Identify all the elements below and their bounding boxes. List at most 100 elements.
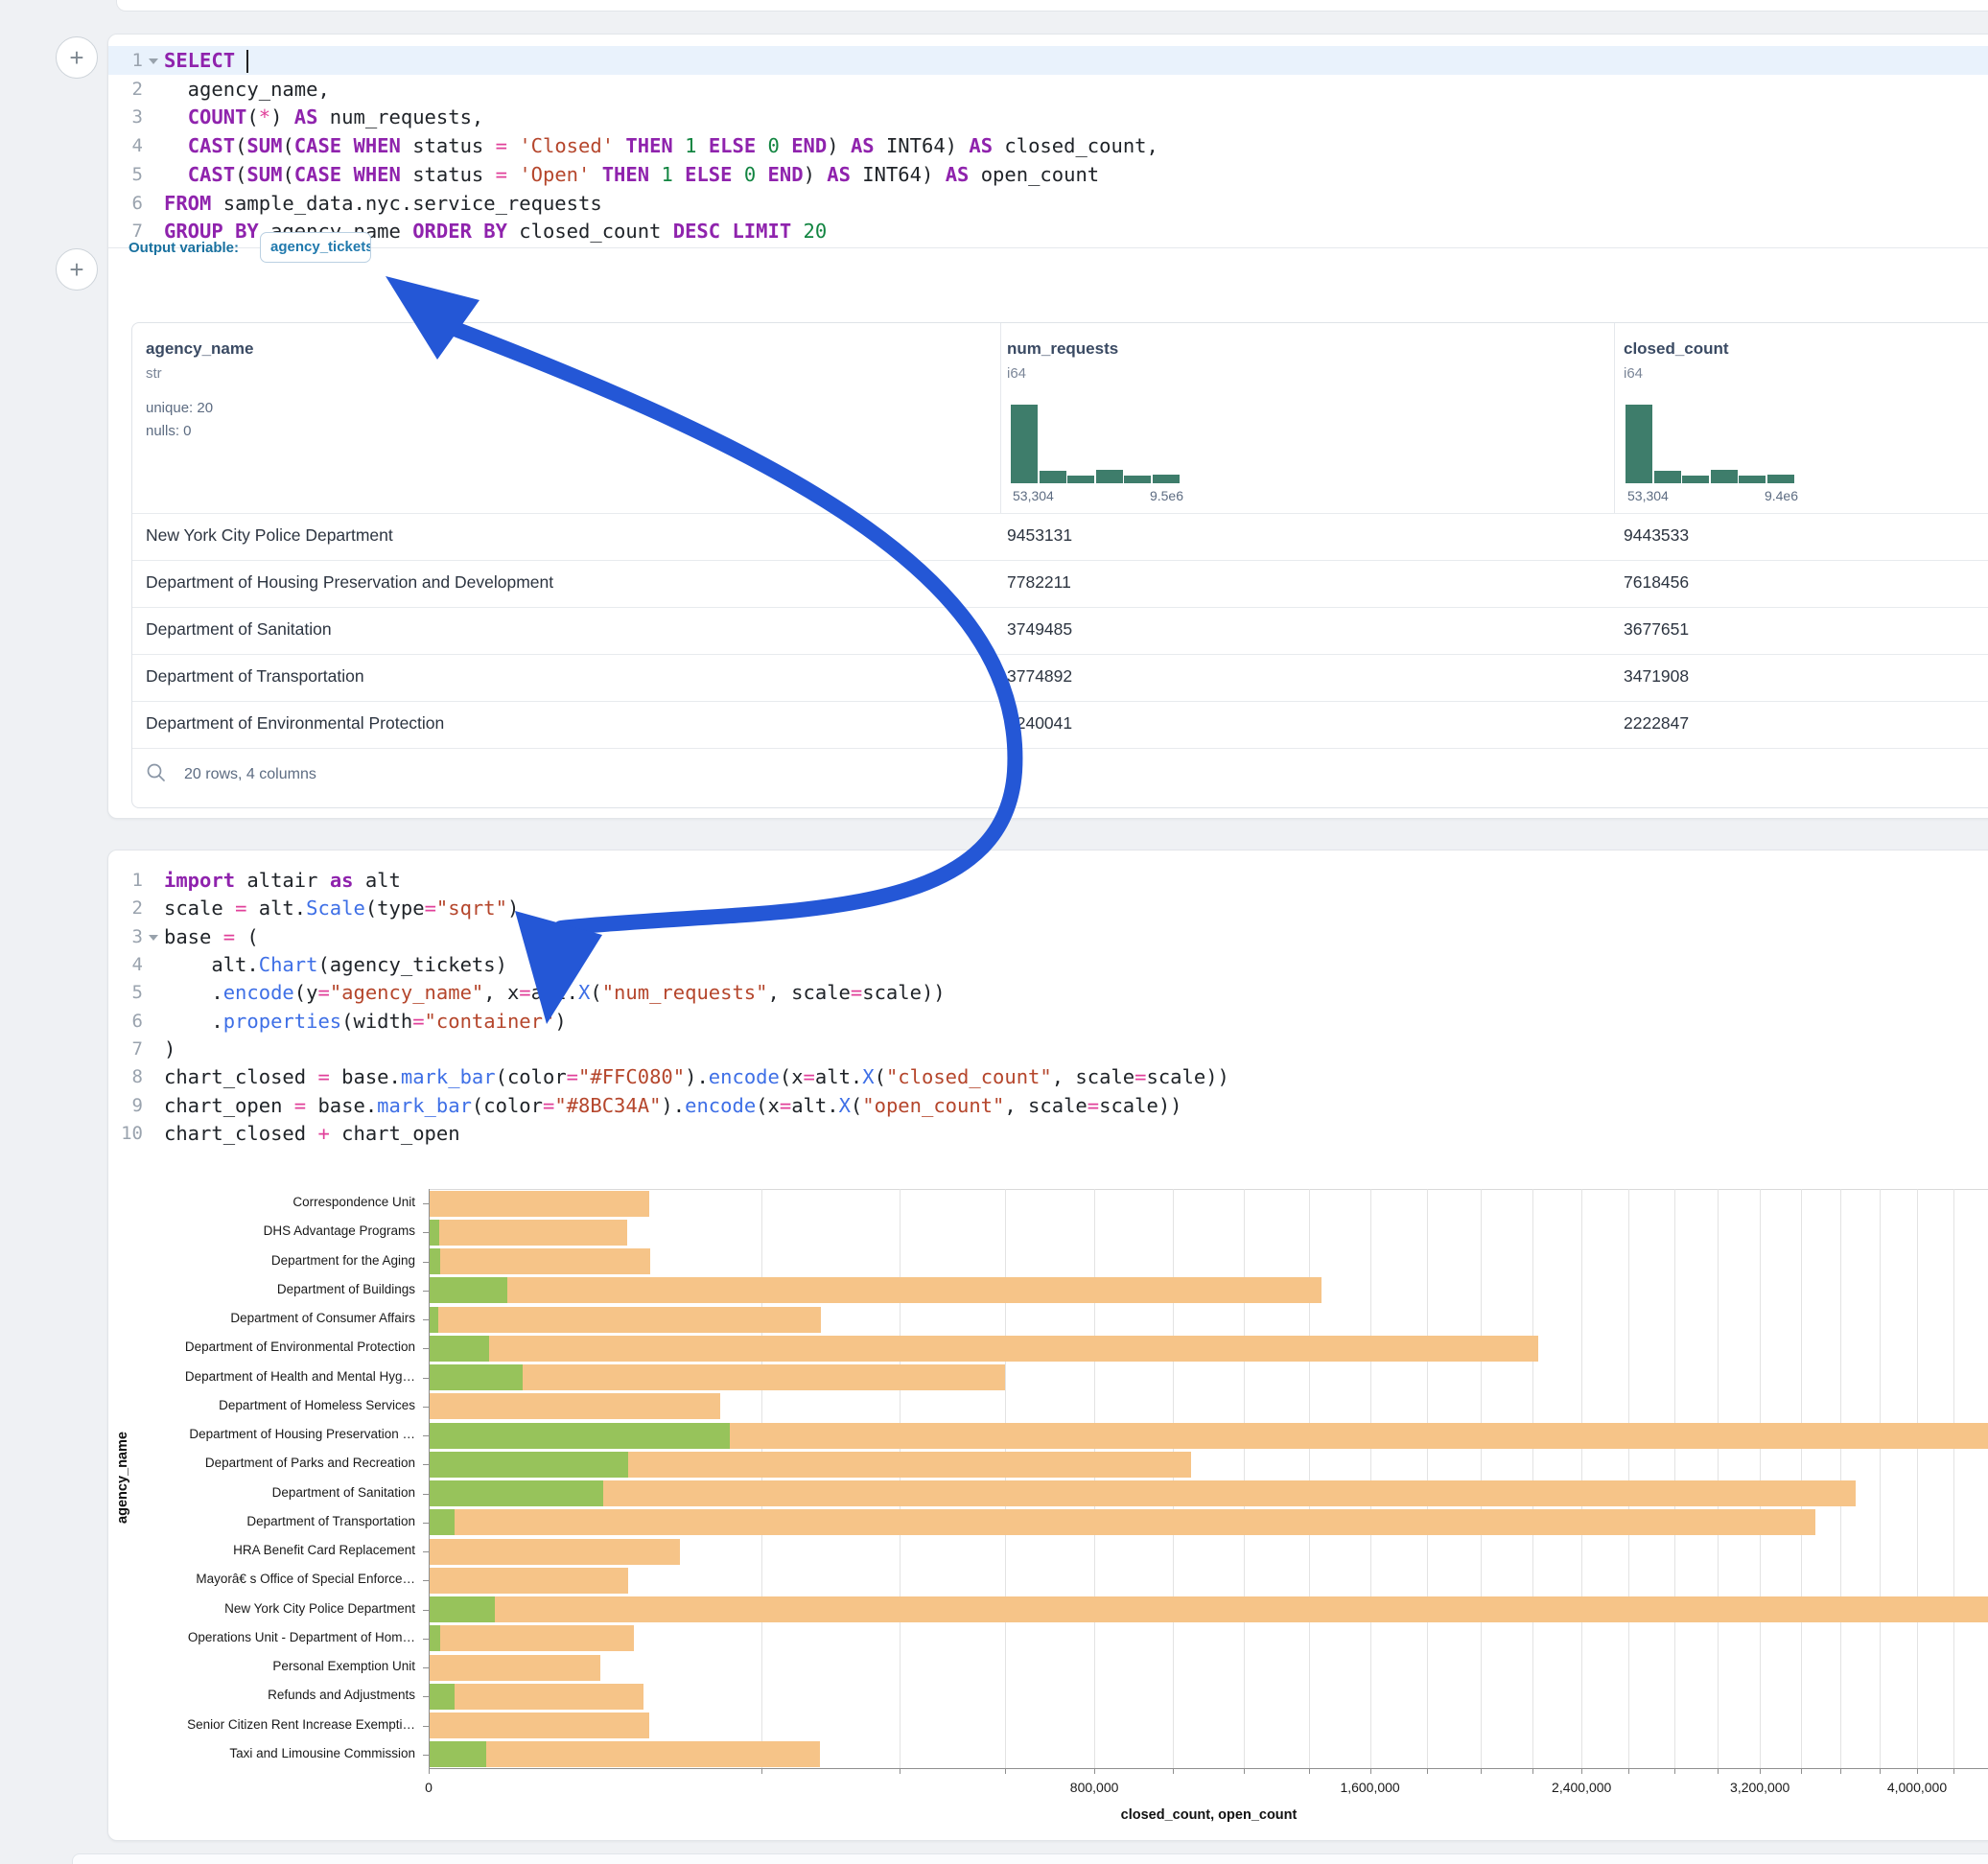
- code-token: encode: [223, 981, 294, 1004]
- code-token: import: [164, 869, 235, 892]
- code-token: END: [768, 163, 804, 186]
- code-token: [720, 220, 732, 243]
- code-token: CAST: [188, 163, 235, 186]
- histogram-bar: [1153, 475, 1180, 483]
- bar-open: [429, 1452, 628, 1478]
- y-axis-label: HRA Benefit Card Replacement: [108, 1543, 415, 1557]
- cell-num-requests: 7782211: [1007, 572, 1071, 593]
- code-token: "agency_name": [330, 981, 483, 1004]
- code-line: 8 chart_closed = base.mark_bar(color="#FF…: [108, 1062, 1988, 1091]
- code-token: alt.: [246, 897, 306, 920]
- code-token: "#8BC34A": [554, 1094, 661, 1117]
- x-axis-tick: [1917, 1768, 1918, 1774]
- bar-closed: [429, 1655, 600, 1681]
- bar-closed: [429, 1539, 680, 1565]
- add-cell-button-middle[interactable]: +: [56, 248, 98, 291]
- gridline: [1801, 1189, 1802, 1768]
- code-token: =: [294, 1094, 306, 1117]
- code-token: [696, 134, 708, 157]
- y-axis-label: Personal Exemption Unit: [108, 1659, 415, 1673]
- y-axis-label: Department of Homeless Services: [108, 1398, 415, 1412]
- table-row[interactable]: Department of Transportation377489234719…: [132, 654, 1988, 701]
- code-line: 7GROUP BY agency_name ORDER BY closed_co…: [108, 217, 1988, 245]
- y-axis-label: Department of Environmental Protection: [108, 1340, 415, 1354]
- python-code-editor[interactable]: 1import altair as alt2scale = alt.Scale(…: [108, 850, 1988, 1148]
- cell-agency-name: Department of Housing Preservation and D…: [146, 572, 553, 593]
- code-token: [472, 220, 483, 243]
- code-token: ELSE: [709, 134, 756, 157]
- code-line: 2 agency_name,: [108, 75, 1988, 104]
- code-token: (: [875, 1065, 886, 1088]
- sql-code-editor[interactable]: 1SELECT 2 agency_name,3 COUNT(*) AS num_…: [108, 35, 1988, 247]
- histogram-min-label: 53,304: [1013, 488, 1054, 503]
- code-token: CASE: [294, 163, 341, 186]
- code-line: 3base = (: [108, 922, 1988, 951]
- add-cell-button-top[interactable]: +: [56, 36, 98, 79]
- line-number: 8: [108, 1062, 143, 1091]
- table-row[interactable]: Department of Environmental Protection22…: [132, 701, 1988, 748]
- code-line: 10chart_closed + chart_open: [108, 1119, 1988, 1148]
- x-axis-tick: [1309, 1768, 1310, 1774]
- output-variable-chip[interactable]: agency_tickets: [260, 232, 371, 263]
- code-token: , x: [483, 981, 519, 1004]
- fold-chevron-icon[interactable]: [149, 58, 158, 64]
- y-axis-label: Senior Citizen Rent Increase Exempti…: [108, 1717, 415, 1732]
- code-token: (: [282, 163, 293, 186]
- bar-open: [429, 1741, 486, 1767]
- notebook-page: + + 1SELECT 2 agency_name,3 COUNT(*) AS …: [0, 0, 1988, 1864]
- code-token: [791, 220, 803, 243]
- code-token: ELSE: [685, 163, 732, 186]
- code-token: closed_count: [507, 220, 673, 243]
- plus-icon: +: [69, 255, 83, 284]
- bar-closed: [429, 1277, 1321, 1303]
- code-token: num_requests,: [317, 105, 483, 128]
- gridline: [1628, 1189, 1629, 1768]
- code-text: scale = alt.Scale(type="sqrt"): [164, 894, 519, 922]
- x-axis-tick-label: 800,000: [1027, 1780, 1161, 1795]
- table-row[interactable]: New York City Police Department945313194…: [132, 513, 1988, 560]
- line-number: 2: [108, 75, 143, 104]
- code-text: CAST(SUM(CASE WHEN status = 'Open' THEN …: [164, 160, 1099, 189]
- fold-chevron-icon[interactable]: [149, 935, 158, 941]
- code-token: ): [804, 163, 828, 186]
- code-token: scale)): [1099, 1094, 1181, 1117]
- column-header-closed-count[interactable]: closed_count i64 53,304 9.4e6: [1624, 323, 1988, 513]
- code-line: 2 scale = alt.Scale(type="sqrt"): [108, 894, 1988, 922]
- code-token: encode: [685, 1094, 756, 1117]
- code-text: SELECT: [164, 46, 248, 75]
- bar-open: [429, 1596, 495, 1622]
- column-stat-nulls: nulls: 0: [146, 423, 192, 439]
- bar-closed: [429, 1625, 634, 1651]
- code-text: FROM sample_data.nyc.service_requests: [164, 189, 602, 218]
- column-header-num-requests[interactable]: num_requests i64 53,304 9.5e6: [1007, 323, 1611, 513]
- table-row[interactable]: Department of Housing Preservation and D…: [132, 560, 1988, 607]
- x-axis-tick: [1953, 1768, 1954, 1774]
- table-row[interactable]: Department of Sanitation37494853677651: [132, 607, 1988, 654]
- bar-closed: [429, 1568, 628, 1594]
- code-token: SUM: [246, 163, 282, 186]
- histogram-bar: [1096, 470, 1123, 483]
- column-header-agency-name[interactable]: agency_name str unique: 20 nulls: 0: [146, 323, 990, 513]
- bar-closed: [429, 1248, 650, 1274]
- x-axis-tick-label: 0: [362, 1780, 496, 1795]
- x-axis-tick-label: 3,200,000: [1693, 1780, 1827, 1795]
- code-token: =: [567, 1065, 578, 1088]
- code-token: 1: [661, 163, 672, 186]
- line-number: 2: [108, 894, 143, 922]
- column-type: str: [146, 365, 162, 382]
- search-icon[interactable]: [146, 762, 167, 788]
- histogram-bar: [1040, 471, 1066, 483]
- code-text: agency_name,: [164, 75, 330, 104]
- code-text: chart_closed = base.mark_bar(color="#FFC…: [164, 1062, 1229, 1091]
- gridline: [1581, 1189, 1582, 1768]
- code-token: [756, 134, 767, 157]
- code-token: [341, 163, 353, 186]
- code-token: Scale: [306, 897, 365, 920]
- code-text: ): [164, 1035, 175, 1063]
- y-axis-label: Department of Consumer Affairs: [108, 1311, 415, 1325]
- code-token: (y: [294, 981, 318, 1004]
- code-token: *: [259, 105, 270, 128]
- code-token: DESC: [673, 220, 720, 243]
- bar-closed: [429, 1596, 1988, 1622]
- code-token: [756, 163, 767, 186]
